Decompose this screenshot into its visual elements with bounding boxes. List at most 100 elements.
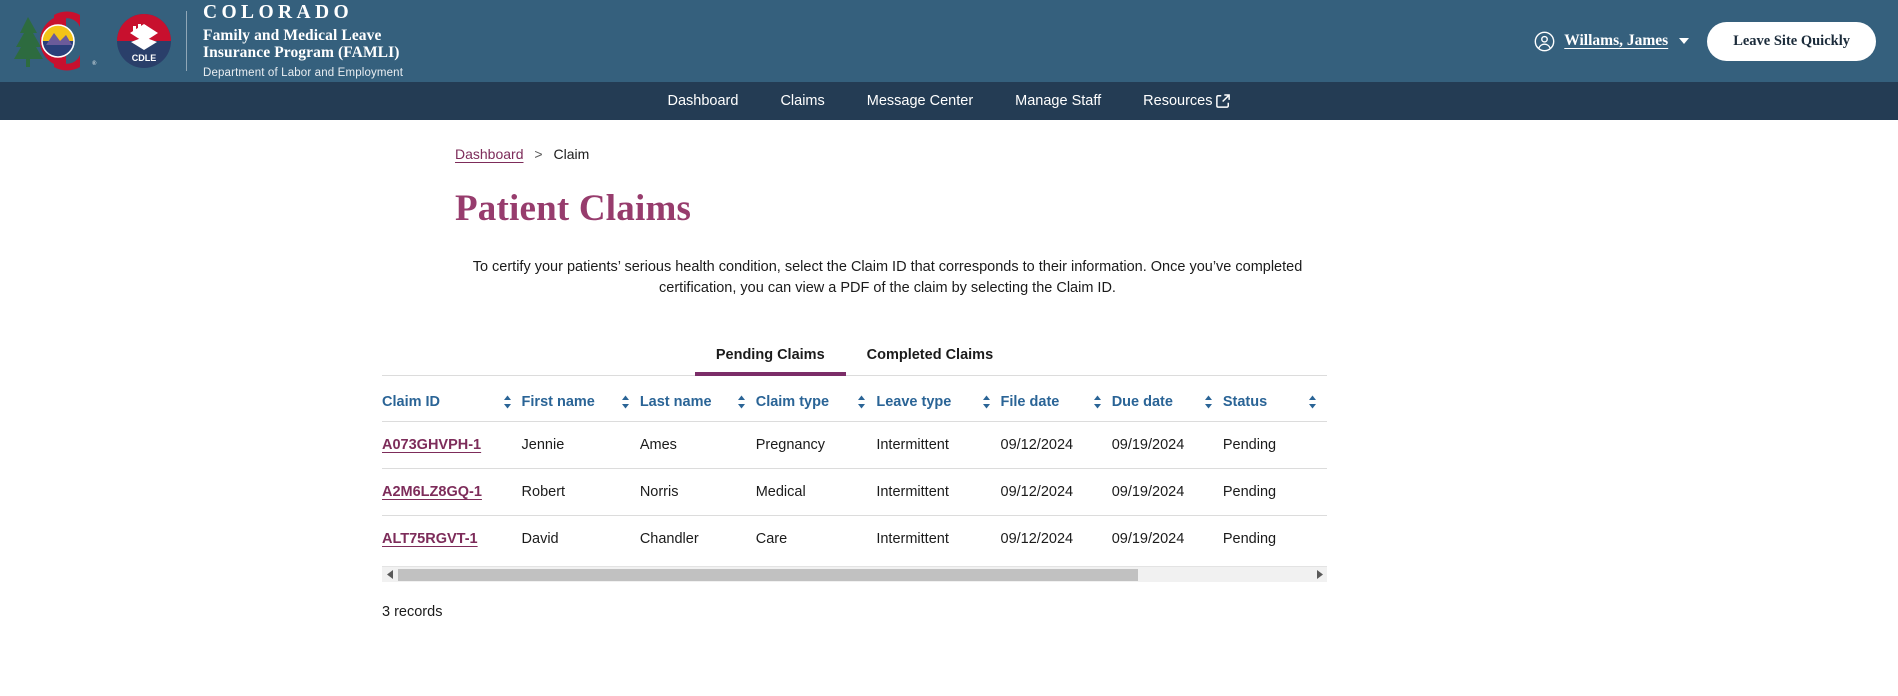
tab-completed-claims[interactable]: Completed Claims: [846, 341, 1015, 376]
nav-item-message-center[interactable]: Message Center: [867, 93, 973, 109]
program-name-line2: Insurance Program (FAMLI): [203, 44, 400, 62]
cell-file-date: 09/12/2024: [1000, 531, 1074, 548]
chevron-down-icon: [1679, 38, 1690, 44]
cell-status: Pending: [1222, 468, 1327, 517]
nav-item-dashboard[interactable]: Dashboard: [668, 93, 739, 109]
claims-panel: Pending Claims Completed Claims Claim ID: [382, 341, 1327, 620]
cell-first-name: Robert: [521, 468, 640, 517]
nav-label-message-center: Message Center: [866, 93, 974, 109]
program-name-line1: Family and Medical Leave: [203, 27, 382, 45]
nav-label-claims: Claims: [780, 93, 825, 109]
cell-first-name: David: [521, 531, 559, 548]
scroll-left-arrow-icon[interactable]: [382, 567, 398, 583]
nav-label-manage-staff: Manage Staff: [1015, 93, 1102, 109]
cell-claim-type: Pregnancy: [755, 421, 877, 470]
sort-arrows-icon: [858, 395, 866, 409]
cell-file-date: 09/12/2024: [1000, 421, 1112, 470]
nav-label-dashboard: Dashboard: [667, 93, 739, 109]
column-header-claim-type[interactable]: Claim type: [755, 376, 877, 423]
user-circle-icon: [1534, 31, 1555, 51]
cell-last-name: Chandler: [639, 531, 699, 548]
sort-arrows-icon: [1204, 395, 1212, 409]
column-label-claim-type: Claim type: [755, 394, 830, 411]
sort-arrows-icon: [982, 395, 990, 409]
column-label-claim-id: Claim ID: [382, 394, 441, 411]
scrollbar-thumb[interactable]: [398, 568, 1138, 581]
breadcrumb-separator: >: [534, 146, 543, 162]
cell-status: Pending: [1222, 531, 1277, 548]
cell-leave-type: Intermittent: [876, 421, 1001, 470]
claim-id-link[interactable]: A2M6LZ8GQ-1: [382, 484, 482, 500]
breadcrumb-current: Claim: [553, 146, 590, 162]
cell-file-date: 09/12/2024: [1000, 468, 1112, 517]
column-header-last-name[interactable]: Last name: [639, 376, 756, 423]
claims-table-container: Claim ID First name Last name Claim type…: [382, 376, 1327, 562]
column-label-file-date: File date: [1000, 394, 1060, 411]
column-label-last-name: Last name: [639, 394, 712, 411]
cdle-logo: CDLE: [117, 13, 171, 68]
column-header-status[interactable]: Status: [1222, 376, 1327, 423]
column-header-file-date[interactable]: File date: [1000, 376, 1112, 423]
page-content: Dashboard > Claim Patient Claims To cert…: [0, 120, 1898, 620]
brand-text: COLORADO Family and Medical Leave Insura…: [203, 2, 403, 79]
department-name: Department of Labor and Employment: [203, 66, 404, 79]
cell-claim-type: Medical: [755, 468, 877, 517]
claims-table: Claim ID First name Last name Claim type…: [382, 376, 1327, 562]
cell-due-date: 09/19/2024: [1111, 421, 1223, 470]
column-header-first-name[interactable]: First name: [521, 376, 640, 423]
cell-leave-type: Intermittent: [876, 531, 949, 548]
breadcrumb-link-dashboard[interactable]: Dashboard: [455, 146, 524, 162]
site-header: ® CDLE COLORADO Family and Medical Leave…: [0, 0, 1898, 82]
sort-arrows-icon: [1309, 395, 1316, 409]
cell-claim-id: A2M6LZ8GQ-1: [382, 468, 522, 517]
brand-block: ® CDLE COLORADO Family and Medical Leave…: [8, 2, 403, 79]
table-horizontal-scrollbar[interactable]: [382, 566, 1327, 583]
sort-arrows-icon: [737, 395, 745, 409]
column-label-status: Status: [1222, 394, 1268, 411]
record-count-label: 3 records: [382, 604, 443, 621]
state-name: COLORADO: [203, 2, 354, 24]
cell-claim-id: A073GHVPH-1: [382, 421, 522, 470]
cell-due-date: 09/19/2024: [1111, 531, 1185, 548]
nav-item-claims[interactable]: Claims: [780, 93, 824, 109]
table-row: A2M6LZ8GQ-1 Robert Norris Medical Interm…: [382, 468, 1327, 517]
cdle-label: CDLE: [132, 53, 157, 63]
breadcrumb: Dashboard > Claim: [455, 146, 1898, 162]
column-header-due-date[interactable]: Due date: [1111, 376, 1223, 423]
content-wrapper: Dashboard > Claim Patient Claims To cert…: [0, 146, 1898, 620]
claims-table-head: Claim ID First name Last name Claim type…: [382, 376, 1327, 423]
page-description: To certify your patients’ serious health…: [472, 259, 1303, 296]
column-header-claim-id[interactable]: Claim ID: [382, 376, 522, 423]
column-header-leave-type[interactable]: Leave type: [876, 376, 1001, 423]
nav-item-resources[interactable]: Resources: [1143, 93, 1231, 109]
cell-last-name: Ames: [639, 421, 756, 470]
table-row: A073GHVPH-1 Jennie Ames Pregnancy Interm…: [382, 421, 1327, 470]
claims-tabs: Pending Claims Completed Claims: [382, 341, 1327, 377]
cell-last-name: Norris: [639, 468, 756, 517]
page-title: Patient Claims: [455, 188, 692, 229]
cell-claim-type: Care: [755, 531, 788, 548]
cell-claim-id: ALT75RGVT-1: [382, 516, 522, 563]
sort-arrows-icon: [621, 395, 629, 409]
claim-id-link[interactable]: ALT75RGVT-1: [382, 531, 478, 547]
leave-site-quickly-button[interactable]: Leave Site Quickly: [1707, 21, 1876, 61]
main-navigation: Dashboard Claims Message Center Manage S…: [0, 82, 1898, 120]
column-label-due-date: Due date: [1111, 394, 1173, 411]
user-menu[interactable]: Willams, James: [1534, 31, 1690, 52]
nav-label-resources: Resources: [1143, 93, 1213, 109]
brand-divider: [186, 10, 187, 71]
tab-pending-claims[interactable]: Pending Claims: [694, 341, 846, 377]
cell-first-name: Jennie: [521, 421, 640, 470]
scrollbar-track[interactable]: [398, 567, 1311, 583]
scroll-right-arrow-icon[interactable]: [1311, 567, 1327, 583]
table-row: ALT75RGVT-1 David Chandler Care Intermit…: [382, 516, 1327, 563]
claim-id-link[interactable]: A073GHVPH-1: [382, 437, 481, 453]
sort-arrows-icon: [503, 395, 511, 409]
logo-group: ® CDLE: [8, 11, 186, 71]
nav-item-manage-staff[interactable]: Manage Staff: [1015, 93, 1101, 109]
column-label-leave-type: Leave type: [876, 394, 952, 411]
cell-status: Pending: [1222, 421, 1327, 470]
cell-due-date: 09/19/2024: [1111, 468, 1223, 517]
colorado-c-logo: ®: [14, 11, 97, 71]
header-actions: Willams, James Leave Site Quickly: [1534, 21, 1876, 61]
